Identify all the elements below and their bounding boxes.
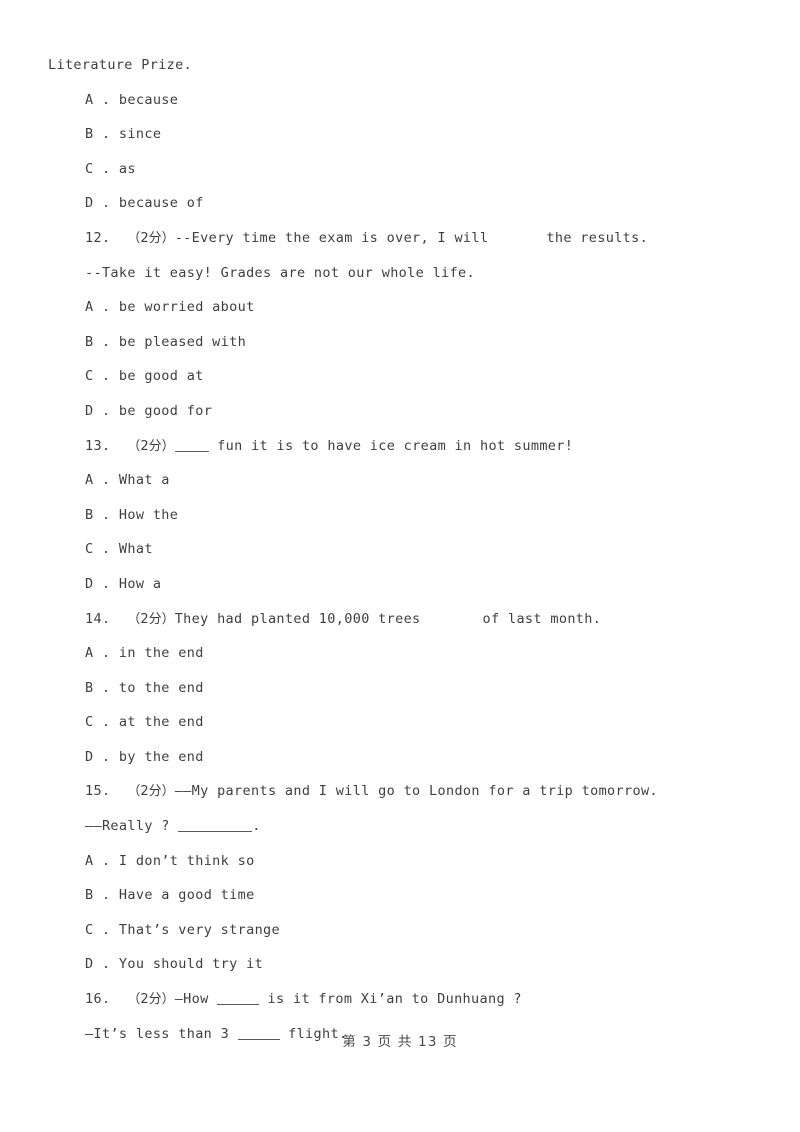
option-row: C . at the end — [85, 705, 760, 740]
option-row: D . be good for — [85, 394, 760, 429]
question-number: 15. — [85, 783, 111, 800]
option-row: A . in the end — [85, 636, 760, 671]
option-row: B . since — [85, 117, 760, 152]
option-text: since — [118, 126, 162, 143]
option-separator: . — [93, 748, 119, 765]
option-text: be worried about — [118, 299, 255, 316]
question-stem: 12. （2分）--Every time the exam is over, I… — [85, 221, 760, 256]
option-separator: . — [93, 299, 119, 316]
option-text: Have a good time — [118, 887, 255, 904]
option-row: C . That’s very strange — [85, 913, 760, 948]
question-stem: 14. （2分）They had planted 10,000 trees of … — [85, 602, 760, 637]
question-stem-before: ——My parents and I will go to London for… — [174, 783, 658, 800]
question-stem-after: of last month. — [482, 610, 602, 627]
option-separator: . — [93, 402, 119, 419]
question-score: （2分） — [127, 784, 175, 800]
option-text: at the end — [118, 714, 204, 731]
question-stem-before: —How — [174, 991, 218, 1008]
question-stem-after: fun it is to have ice cream in hot summe… — [217, 437, 574, 454]
option-text: What — [118, 541, 153, 558]
option-separator: . — [93, 852, 119, 869]
option-text: by the end — [118, 748, 204, 765]
option-text: You should try it — [118, 956, 264, 973]
page-footer: 第 3 页 共 13 页 — [342, 1034, 458, 1050]
option-text: How the — [118, 506, 179, 523]
question-stem-after: the results. — [546, 229, 649, 246]
option-row: B . Have a good time — [85, 878, 760, 913]
option-separator: . — [93, 333, 119, 350]
option-row: B . be pleased with — [85, 325, 760, 360]
option-row: A . because — [85, 83, 760, 118]
option-row: B . to the end — [85, 671, 760, 706]
option-separator: . — [93, 921, 119, 938]
question-stem: 15. （2分）——My parents and I will go to Lo… — [85, 774, 760, 809]
option-separator: . — [93, 575, 119, 592]
option-text: be good at — [118, 368, 204, 385]
option-separator: . — [93, 472, 119, 489]
document-page: Literature Prize. A . because B . since … — [0, 0, 800, 1132]
question-stem-after: is it from Xi’an to Dunhuang ? — [259, 991, 522, 1008]
answer-blank[interactable] — [217, 991, 260, 1006]
option-separator: . — [93, 714, 119, 731]
question-stem-line2: ——Really ? . — [85, 809, 760, 844]
option-text: I don’t think so — [118, 852, 255, 869]
option-text: in the end — [118, 645, 204, 662]
question-score: （2分） — [127, 611, 175, 627]
question-stem-before: They had planted 10,000 trees — [174, 610, 421, 627]
question-number: 13. — [85, 437, 111, 454]
question-number: 14. — [85, 610, 111, 627]
option-row: A . What a — [85, 463, 760, 498]
option-separator: . — [93, 195, 119, 212]
option-row: D . by the end — [85, 740, 760, 775]
option-text: be good for — [118, 402, 213, 419]
option-text: as — [118, 160, 136, 177]
option-separator: . — [93, 91, 119, 108]
answer-blank[interactable] — [174, 438, 209, 452]
question-stem-line2: --Take it easy! Grades are not our whole… — [85, 264, 475, 281]
option-text: to the end — [118, 679, 204, 696]
option-text: How a — [118, 575, 162, 592]
option-row: B . How the — [85, 498, 760, 533]
option-separator: . — [93, 506, 119, 523]
option-row: C . as — [85, 152, 760, 187]
option-row: D . How a — [85, 567, 760, 602]
option-row: C . What — [85, 532, 760, 567]
option-text: because of — [118, 195, 204, 212]
option-separator: . — [93, 126, 119, 143]
option-row: A . be worried about — [85, 290, 760, 325]
option-text: because — [118, 91, 179, 108]
option-text: That’s very strange — [118, 921, 280, 938]
option-text: be pleased with — [118, 333, 247, 350]
dialogue-reply-punct: . — [252, 818, 261, 835]
question-score: （2分） — [127, 992, 175, 1008]
option-row: D . because of — [85, 186, 760, 221]
question-score: （2分） — [127, 230, 175, 246]
question-stem: 13. （2分） fun it is to have ice cream in … — [85, 429, 760, 464]
option-separator: . — [93, 160, 119, 177]
option-separator: . — [93, 956, 119, 973]
option-row: D . You should try it — [85, 947, 760, 982]
option-row: C . be good at — [85, 359, 760, 394]
option-separator: . — [93, 887, 119, 904]
question-score: （2分） — [127, 438, 175, 454]
answer-blank[interactable] — [178, 818, 253, 833]
question-number: 16. — [85, 991, 111, 1008]
option-separator: . — [93, 368, 119, 385]
question-number: 12. — [85, 229, 111, 246]
option-text: What a — [118, 472, 170, 489]
question-stem-before: --Every time the exam is over, I will — [174, 229, 489, 246]
option-separator: . — [93, 679, 119, 696]
continuation-text: Literature Prize. — [48, 57, 193, 73]
question-stem: 16. （2分）—How is it from Xi’an to Dunhuan… — [85, 982, 760, 1017]
option-row: A . I don’t think so — [85, 844, 760, 879]
dialogue-reply-text: ——Really ? — [85, 818, 179, 835]
option-separator: . — [93, 541, 119, 558]
option-separator: . — [93, 645, 119, 662]
